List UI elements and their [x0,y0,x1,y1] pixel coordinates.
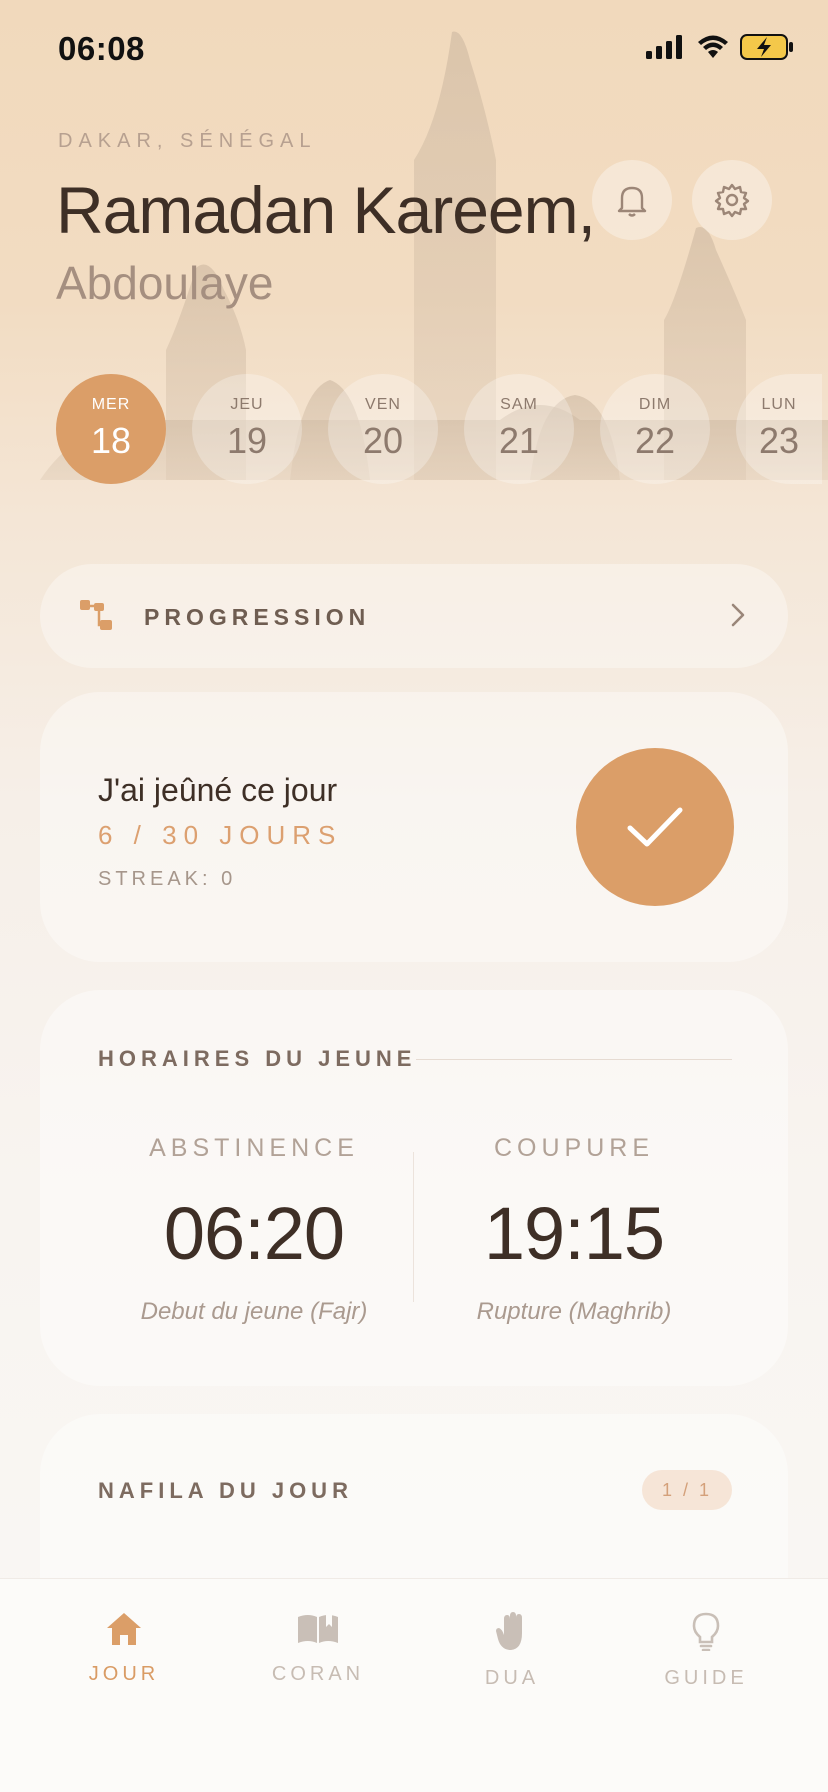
lightbulb-icon [692,1612,720,1651]
status-bar: 06:08 [0,0,828,100]
gear-icon [714,183,750,218]
progression-label: PROGRESSION [144,604,371,630]
day-item-mer[interactable]: MER 18 [56,374,166,484]
abstinence-label: ABSTINENCE [149,1134,359,1162]
status-time: 06:08 [58,30,145,67]
status-icons [646,34,794,60]
wifi-icon [698,35,728,58]
tab-label: CORAN [271,1663,365,1685]
bottom-tab-bar: JOUR CORAN DUA GUIDE [0,1578,828,1792]
day-weekday: JEU [230,396,264,413]
day-item-ven[interactable]: VEN 20 [328,374,438,484]
abstinence-time: 06:20 [163,1192,345,1275]
location-label: DAKAR, SÉNÉGAL [58,130,317,152]
battery-charging-icon [740,34,793,60]
fasting-card: J'ai jeûné ce jour 6 / 30 JOURS STREAK: … [40,692,788,962]
tab-label: JOUR [88,1663,160,1685]
tab-label: DUA [484,1667,540,1689]
coupure-time: 19:15 [483,1192,665,1275]
day-item-lun[interactable]: LUN 23 [736,374,822,484]
fasting-schedule-card: HORAIRES DU JEUNE ABSTINENCE 06:20 Debut… [40,990,788,1386]
fasting-streak: STREAK: 0 [98,868,237,890]
checkmark-icon [627,807,683,847]
tab-label: GUIDE [664,1667,748,1689]
settings-button[interactable] [692,160,772,240]
hand-icon [496,1612,522,1650]
book-icon [298,1615,338,1643]
day-number: 20 [362,420,404,461]
tab-guide[interactable]: GUIDE [626,1611,786,1690]
home-icon [107,1613,141,1645]
nafila-title: NAFILA DU JOUR [98,1478,353,1503]
fasting-title: J'ai jeûné ce jour [98,772,338,808]
fasting-count: 6 / 30 JOURS [98,820,343,850]
day-weekday: DIM [638,396,672,413]
tab-coran[interactable]: CORAN [238,1611,398,1686]
day-number: 23 [758,420,800,461]
nafila-count-badge: 1 / 1 [641,1470,732,1510]
cellular-signal-icon [646,35,682,59]
mark-fasted-button[interactable] [576,748,734,906]
title-divider [416,1059,732,1060]
coupure-label: COUPURE [493,1134,654,1162]
abstinence-block: ABSTINENCE 06:20 Debut du jeune (Fajr) [94,1134,414,1326]
day-weekday: LUN [761,396,797,413]
schedule-title: HORAIRES DU JEUNE [98,1046,417,1071]
abstinence-subtitle: Debut du jeune (Fajr) [140,1298,368,1325]
day-number: 19 [226,420,268,461]
greeting-title: Ramadan Kareem, [56,173,596,247]
notifications-button[interactable] [592,160,672,240]
day-weekday: SAM [500,396,538,413]
hierarchy-icon [80,600,112,630]
day-weekday: MER [91,396,131,413]
coupure-subtitle: Rupture (Maghrib) [476,1298,672,1325]
bell-icon [617,186,647,217]
day-number: 18 [90,420,132,461]
day-item-dim[interactable]: DIM 22 [600,374,710,484]
username: Abdoulaye [56,257,274,309]
day-number: 21 [498,420,540,461]
day-selector: MER 18 JEU 19 VEN 20 SAM 21 DIM 22 LUN 2… [56,374,822,484]
day-item-jeu[interactable]: JEU 19 [192,374,302,484]
tab-jour[interactable]: JOUR [44,1611,204,1686]
tab-dua[interactable]: DUA [432,1611,592,1690]
day-weekday: VEN [365,396,401,413]
day-item-sam[interactable]: SAM 21 [464,374,574,484]
coupure-block: COUPURE 19:15 Rupture (Maghrib) [414,1134,734,1326]
progression-button[interactable]: PROGRESSION [40,564,788,668]
chevron-right-icon [731,603,745,627]
day-number: 22 [634,420,676,461]
